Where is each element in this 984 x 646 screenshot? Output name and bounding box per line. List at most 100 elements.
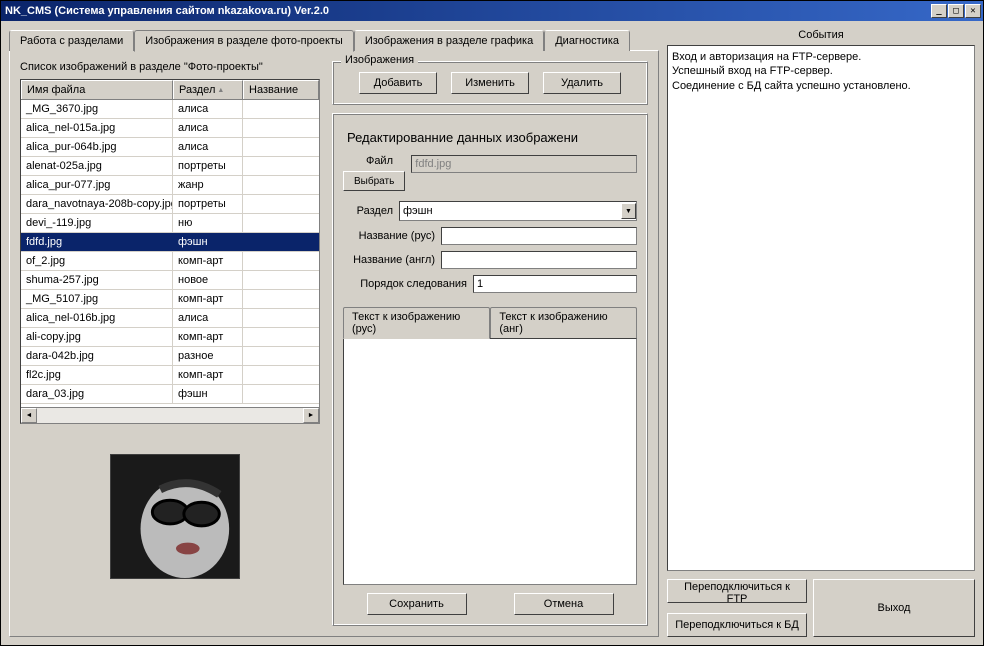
table-row[interactable]: _MG_3670.jpgалиса <box>21 100 319 119</box>
close-button[interactable]: ✕ <box>965 4 981 18</box>
scroll-right-button[interactable]: ► <box>303 408 319 423</box>
order-label: Порядок следования <box>343 278 467 290</box>
cell-name <box>243 328 319 346</box>
cell-name <box>243 119 319 137</box>
table-row[interactable]: dara-042b.jpgразное <box>21 347 319 366</box>
minimize-button[interactable]: _ <box>931 4 947 18</box>
text-tab-ru[interactable]: Текст к изображению (рус) <box>343 307 490 339</box>
cell-file: alica_pur-064b.jpg <box>21 138 173 156</box>
exit-button[interactable]: Выход <box>813 579 975 637</box>
cell-section: алиса <box>173 119 243 137</box>
event-line: Успешный вход на FTP-сервер. <box>672 64 970 78</box>
reconnect-db-button[interactable]: Переподключиться к БД <box>667 613 807 637</box>
cell-section: фэшн <box>173 385 243 403</box>
order-input[interactable] <box>473 275 637 293</box>
cell-name <box>243 385 319 403</box>
table-row[interactable]: ali-copy.jpgкомп-арт <box>21 328 319 347</box>
cancel-button[interactable]: Отмена <box>514 593 614 615</box>
cell-section: ню <box>173 214 243 232</box>
cell-section: алиса <box>173 100 243 118</box>
table-row[interactable]: fl2c.jpgкомп-арт <box>21 366 319 385</box>
sort-asc-icon: ▲ <box>217 87 224 94</box>
table-row[interactable]: shuma-257.jpgновое <box>21 271 319 290</box>
event-line: Вход и авторизация на FTP-сервере. <box>672 50 970 64</box>
cell-name <box>243 214 319 232</box>
tab-sections[interactable]: Работа с разделами <box>9 30 134 51</box>
cell-file: of_2.jpg <box>21 252 173 270</box>
text-tab-en[interactable]: Текст к изображению (анг) <box>490 307 637 338</box>
window-title: NK_CMS (Система управления сайтом nkazak… <box>5 5 931 17</box>
cell-section: комп-арт <box>173 252 243 270</box>
h-scrollbar[interactable]: ◄ ► <box>21 407 319 423</box>
cell-name <box>243 195 319 213</box>
cell-section: фэшн <box>173 233 243 251</box>
reconnect-ftp-button[interactable]: Переподключиться к FTP <box>667 579 807 603</box>
header-name[interactable]: Название <box>243 80 319 99</box>
table-row[interactable]: devi_-119.jpgню <box>21 214 319 233</box>
save-button[interactable]: Сохранить <box>367 593 467 615</box>
events-label: События <box>667 29 975 41</box>
text-subtabs: Текст к изображению (рус) Текст к изобра… <box>343 307 637 338</box>
name-en-input[interactable] <box>441 251 637 269</box>
table-row[interactable]: fdfd.jpgфэшн <box>21 233 319 252</box>
header-section[interactable]: Раздел▲ <box>173 80 243 99</box>
table-row[interactable]: alenat-025a.jpgпортреты <box>21 157 319 176</box>
cell-file: dara_03.jpg <box>21 385 173 403</box>
cell-section: комп-арт <box>173 366 243 384</box>
choose-file-button[interactable]: Выбрать <box>343 171 405 191</box>
table-row[interactable]: _MG_5107.jpgкомп-арт <box>21 290 319 309</box>
edit-form-groupbox: Редактированние данных изображени Файл В… <box>332 113 648 626</box>
name-ru-input[interactable] <box>441 227 637 245</box>
cell-name <box>243 233 319 251</box>
file-input <box>411 155 637 173</box>
cell-file: alica_pur-077.jpg <box>21 176 173 194</box>
cell-section: разное <box>173 347 243 365</box>
table-row[interactable]: dara_navotnaya-208b-copy.jpgпортреты <box>21 195 319 214</box>
cell-name <box>243 100 319 118</box>
cell-name <box>243 290 319 308</box>
file-label: Файл <box>343 155 393 167</box>
table-row[interactable]: alica_pur-077.jpgжанр <box>21 176 319 195</box>
cell-name <box>243 138 319 156</box>
section-select[interactable]: фэшн ▼ <box>399 201 637 221</box>
cell-name <box>243 176 319 194</box>
text-textarea[interactable] <box>343 338 637 585</box>
tab-diagnostics[interactable]: Диагностика <box>544 30 630 51</box>
scroll-track[interactable] <box>37 408 303 423</box>
table-row[interactable]: alica_nel-015a.jpgалиса <box>21 119 319 138</box>
cell-name <box>243 157 319 175</box>
cell-file: alica_nel-015a.jpg <box>21 119 173 137</box>
preview-image <box>110 454 240 579</box>
cell-section: комп-арт <box>173 290 243 308</box>
table-row[interactable]: of_2.jpgкомп-арт <box>21 252 319 271</box>
cell-section: портреты <box>173 195 243 213</box>
app-window: NK_CMS (Система управления сайтом nkazak… <box>0 0 984 646</box>
cell-file: ali-copy.jpg <box>21 328 173 346</box>
cell-name <box>243 366 319 384</box>
name-en-label: Название (англ) <box>343 254 435 266</box>
table-row[interactable]: alica_pur-064b.jpgалиса <box>21 138 319 157</box>
cell-file: fdfd.jpg <box>21 233 173 251</box>
edit-button[interactable]: Изменить <box>451 72 529 94</box>
scroll-left-button[interactable]: ◄ <box>21 408 37 423</box>
tab-graphics[interactable]: Изображения в разделе графика <box>354 30 544 51</box>
main-tabs: Работа с разделами Изображения в разделе… <box>9 30 659 51</box>
cell-file: fl2c.jpg <box>21 366 173 384</box>
name-ru-label: Название (рус) <box>343 230 435 242</box>
tab-photo-projects[interactable]: Изображения в разделе фото-проекты <box>134 30 354 52</box>
table-row[interactable]: alica_nel-016b.jpgалиса <box>21 309 319 328</box>
cell-file: _MG_3670.jpg <box>21 100 173 118</box>
header-filename[interactable]: Имя файла <box>21 80 173 99</box>
maximize-button[interactable]: □ <box>948 4 964 18</box>
list-label: Список изображений в разделе "Фото-проек… <box>20 61 320 73</box>
cell-file: shuma-257.jpg <box>21 271 173 289</box>
cell-section: портреты <box>173 157 243 175</box>
cell-file: dara_navotnaya-208b-copy.jpg <box>21 195 173 213</box>
table-row[interactable]: dara_03.jpgфэшн <box>21 385 319 404</box>
add-button[interactable]: Добавить <box>359 72 437 94</box>
events-log: Вход и авторизация на FTP-сервере.Успешн… <box>667 45 975 571</box>
cell-name <box>243 309 319 327</box>
delete-button[interactable]: Удалить <box>543 72 621 94</box>
cell-section: новое <box>173 271 243 289</box>
cell-section: комп-арт <box>173 328 243 346</box>
